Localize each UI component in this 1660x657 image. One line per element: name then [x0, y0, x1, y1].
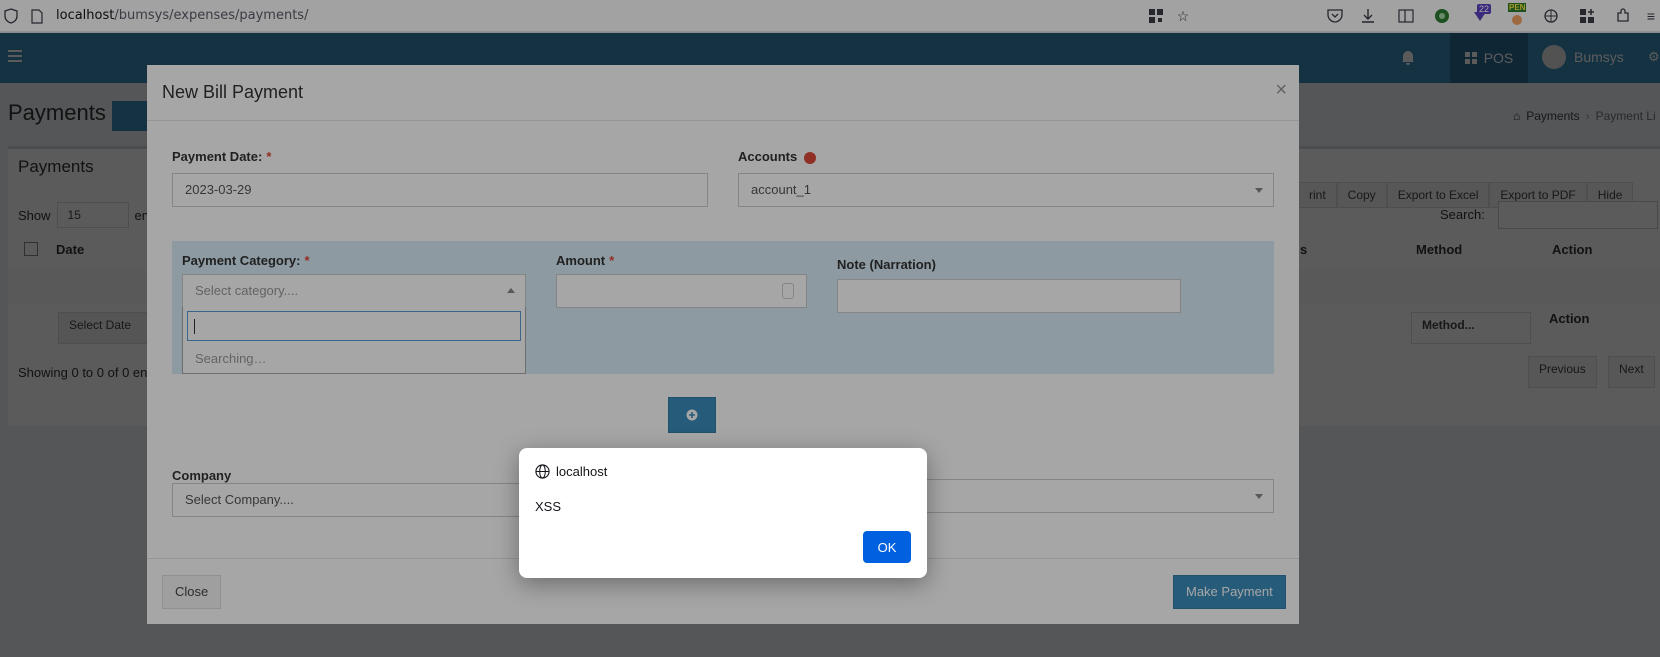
- alert-origin: localhost: [535, 464, 607, 479]
- alert-dialog: localhost XSS OK: [519, 448, 927, 578]
- globe-icon: [535, 464, 550, 479]
- ok-button[interactable]: OK: [863, 531, 911, 563]
- alert-message: XSS: [535, 499, 562, 514]
- alert-host: localhost: [556, 464, 608, 479]
